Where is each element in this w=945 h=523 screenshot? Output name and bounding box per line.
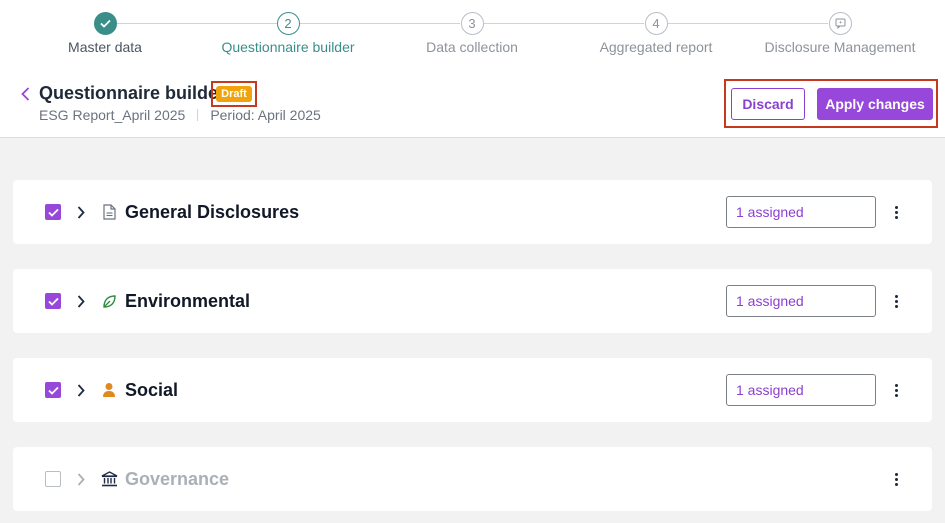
step-number: 4: [644, 12, 668, 35]
step-number: 2: [276, 12, 300, 35]
page-title: Questionnaire builder: [39, 83, 226, 103]
assigned-dropdown[interactable]: 1 assigned: [726, 374, 876, 406]
section-title: Governance: [125, 469, 230, 489]
section-checkbox[interactable]: [45, 382, 61, 398]
step-label: Questionnaire builder: [221, 39, 355, 55]
step-label: Disclosure Management: [764, 39, 916, 55]
more-options-icon[interactable]: [889, 380, 903, 400]
discard-button[interactable]: Discard: [731, 88, 805, 120]
actions-highlight: Discard Apply changes: [724, 79, 938, 128]
chevron-right-icon[interactable]: [75, 469, 87, 489]
step-label: Master data: [68, 39, 142, 55]
section-title: General Disclosures: [125, 202, 300, 222]
section-checkbox[interactable]: [45, 471, 61, 487]
more-options-icon[interactable]: [889, 202, 903, 222]
section-title: Social: [125, 380, 179, 400]
check-icon: [93, 12, 117, 35]
person-icon: [100, 380, 118, 400]
report-meta: ESG Report_April 2025 Period: April 2025: [39, 107, 321, 123]
section-title: Environmental: [125, 291, 251, 311]
step-data-collection[interactable]: 3 Data collection: [372, 12, 572, 55]
step-label: Data collection: [426, 39, 518, 55]
apply-changes-button[interactable]: Apply changes: [817, 88, 933, 120]
chevron-right-icon[interactable]: [75, 202, 87, 222]
chevron-right-icon[interactable]: [75, 291, 87, 311]
status-badge: Draft: [216, 86, 252, 102]
section-environmental: Environmental 1 assigned: [13, 269, 932, 333]
assigned-dropdown[interactable]: 1 assigned: [726, 196, 876, 228]
page-header: Master data 2 Questionnaire builder 3 Da…: [0, 0, 945, 138]
more-options-icon[interactable]: [889, 291, 903, 311]
section-governance: Governance: [13, 447, 932, 511]
step-disclosure-management[interactable]: Disclosure Management: [740, 12, 940, 55]
divider: [197, 109, 199, 121]
document-icon: [100, 202, 118, 222]
draft-highlight: Draft: [211, 81, 257, 107]
more-options-icon[interactable]: [889, 469, 903, 489]
chevron-right-icon[interactable]: [75, 380, 87, 400]
bank-icon: [100, 469, 118, 489]
leaf-icon: [100, 291, 118, 311]
assigned-dropdown[interactable]: 1 assigned: [726, 285, 876, 317]
section-checkbox[interactable]: [45, 293, 61, 309]
report-period: Period: April 2025: [210, 107, 321, 123]
report-name: ESG Report_April 2025: [39, 107, 186, 123]
section-social: Social 1 assigned: [13, 358, 932, 422]
progress-stepper: Master data 2 Questionnaire builder 3 Da…: [0, 12, 945, 56]
section-general-disclosures: General Disclosures 1 assigned: [13, 180, 932, 244]
step-number: 3: [460, 12, 484, 35]
step-questionnaire-builder[interactable]: 2 Questionnaire builder: [188, 12, 388, 55]
chat-icon: [828, 12, 852, 35]
step-label: Aggregated report: [599, 39, 713, 55]
step-master-data[interactable]: Master data: [5, 12, 205, 55]
section-checkbox[interactable]: [45, 204, 61, 220]
step-aggregated-report[interactable]: 4 Aggregated report: [556, 12, 756, 55]
back-arrow-icon[interactable]: [18, 84, 32, 104]
